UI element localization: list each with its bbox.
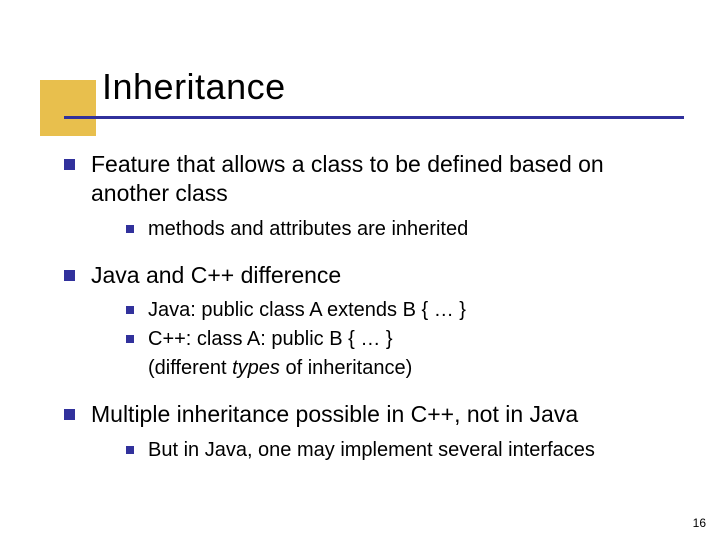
bullet-text: (different types of inheritance) bbox=[148, 355, 680, 382]
square-bullet-icon bbox=[64, 409, 75, 420]
slide: Inheritance Feature that allows a class … bbox=[0, 0, 720, 540]
bullet-text: But in Java, one may implement several i… bbox=[148, 437, 680, 464]
square-bullet-icon bbox=[64, 270, 75, 281]
square-bullet-icon bbox=[126, 306, 134, 314]
bullet-level2-group: Java: public class A extends B { … } C++… bbox=[126, 297, 680, 382]
bullet-text: methods and attributes are inherited bbox=[148, 216, 680, 243]
text-fragment: of inheritance) bbox=[280, 357, 412, 379]
bullet-level1: Java and C++ difference bbox=[64, 261, 680, 290]
square-bullet-icon bbox=[64, 159, 75, 170]
square-bullet-icon bbox=[126, 225, 134, 233]
accent-square bbox=[40, 80, 96, 136]
bullet-text: Feature that allows a class to be define… bbox=[91, 150, 680, 208]
bullet-text: C++: class A: public B { … } bbox=[148, 326, 680, 353]
bullet-level2: methods and attributes are inherited bbox=[126, 216, 680, 243]
title-area: Inheritance bbox=[0, 0, 720, 120]
bullet-text: Java and C++ difference bbox=[91, 261, 680, 290]
page-number: 16 bbox=[693, 516, 706, 530]
bullet-text: Java: public class A extends B { … } bbox=[148, 297, 680, 324]
bullet-level1: Feature that allows a class to be define… bbox=[64, 150, 680, 208]
bullet-level2-group: methods and attributes are inherited bbox=[126, 216, 680, 243]
square-bullet-icon bbox=[126, 335, 134, 343]
text-fragment: (different bbox=[148, 357, 232, 379]
title-underline bbox=[64, 116, 684, 119]
bullet-level1: Multiple inheritance possible in C++, no… bbox=[64, 400, 680, 429]
bullet-text: Multiple inheritance possible in C++, no… bbox=[91, 400, 680, 429]
square-bullet-icon bbox=[126, 446, 134, 454]
bullet-level2: C++: class A: public B { … } bbox=[126, 326, 680, 353]
text-emphasis: types bbox=[232, 357, 280, 379]
slide-body: Feature that allows a class to be define… bbox=[64, 150, 680, 466]
bullet-level2: But in Java, one may implement several i… bbox=[126, 437, 680, 464]
bullet-level2-group: But in Java, one may implement several i… bbox=[126, 437, 680, 464]
bullet-level2-continuation: (different types of inheritance) bbox=[126, 355, 680, 382]
slide-title: Inheritance bbox=[102, 66, 286, 108]
bullet-level2: Java: public class A extends B { … } bbox=[126, 297, 680, 324]
